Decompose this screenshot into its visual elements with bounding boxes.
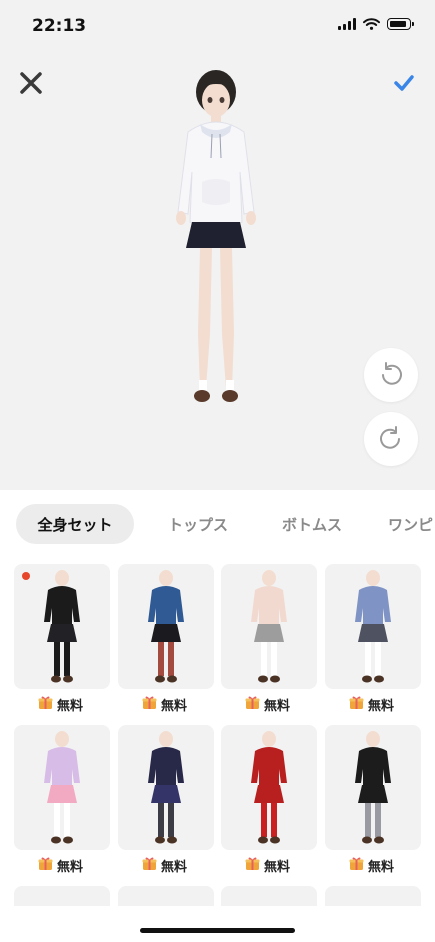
price-label: 無料 bbox=[38, 694, 83, 714]
tab-full-set[interactable]: 全身セット bbox=[16, 504, 134, 544]
category-tabs: 全身セット トップス ボトムス ワンピ bbox=[0, 504, 435, 548]
outfit-mannequin bbox=[251, 731, 287, 844]
outfit-card-8[interactable] bbox=[325, 725, 421, 850]
undo-icon bbox=[382, 362, 402, 385]
outfit-card-3[interactable] bbox=[221, 564, 317, 689]
home-indicator bbox=[140, 928, 295, 933]
price-label: 無料 bbox=[349, 694, 394, 714]
tab-tops[interactable]: トップス bbox=[148, 504, 248, 544]
avatar-preview-area bbox=[0, 50, 435, 490]
outfit-card-9[interactable] bbox=[14, 886, 110, 906]
redo-icon bbox=[380, 426, 400, 449]
price-label: 無料 bbox=[245, 855, 290, 875]
signal-icon bbox=[338, 18, 356, 30]
outfit-card-7[interactable] bbox=[221, 725, 317, 850]
wifi-icon bbox=[363, 18, 380, 30]
status-bar: 22:13 bbox=[0, 0, 435, 50]
outfit-mannequin bbox=[355, 570, 391, 683]
status-time: 22:13 bbox=[32, 16, 87, 36]
price-label: 無料 bbox=[142, 855, 187, 875]
tab-dress[interactable]: ワンピ bbox=[388, 504, 435, 544]
outfit-card-12[interactable] bbox=[325, 886, 421, 906]
outfit-card-2[interactable] bbox=[118, 564, 214, 689]
gift-icon bbox=[38, 695, 53, 714]
gift-icon bbox=[38, 856, 53, 875]
outfit-card-10[interactable] bbox=[118, 886, 214, 906]
outfit-mannequin bbox=[148, 570, 184, 683]
redo-button[interactable] bbox=[364, 412, 418, 466]
tab-bottoms[interactable]: ボトムス bbox=[262, 504, 362, 544]
gift-icon bbox=[349, 856, 364, 875]
outfit-card-6[interactable] bbox=[118, 725, 214, 850]
gift-icon bbox=[349, 695, 364, 714]
gift-icon bbox=[142, 695, 157, 714]
price-label: 無料 bbox=[38, 855, 83, 875]
gift-icon bbox=[245, 695, 260, 714]
close-icon[interactable] bbox=[18, 70, 44, 96]
outfit-mannequin bbox=[44, 731, 80, 844]
status-icons bbox=[338, 18, 414, 30]
outfit-mannequin bbox=[148, 731, 184, 844]
outfit-card-1[interactable] bbox=[14, 564, 110, 689]
battery-icon bbox=[387, 18, 414, 30]
outfit-card-5[interactable] bbox=[14, 725, 110, 850]
gift-icon bbox=[245, 856, 260, 875]
avatar-model bbox=[176, 70, 256, 402]
undo-button[interactable] bbox=[364, 348, 418, 402]
outfit-mannequin bbox=[355, 731, 391, 844]
new-badge bbox=[22, 572, 30, 580]
confirm-check-icon[interactable] bbox=[393, 72, 415, 94]
price-label: 無料 bbox=[142, 694, 187, 714]
outfit-mannequin bbox=[44, 570, 80, 683]
outfit-mannequin bbox=[251, 570, 287, 683]
outfit-card-11[interactable] bbox=[221, 886, 317, 906]
outfit-card-4[interactable] bbox=[325, 564, 421, 689]
price-label: 無料 bbox=[349, 855, 394, 875]
price-label: 無料 bbox=[245, 694, 290, 714]
gift-icon bbox=[142, 856, 157, 875]
